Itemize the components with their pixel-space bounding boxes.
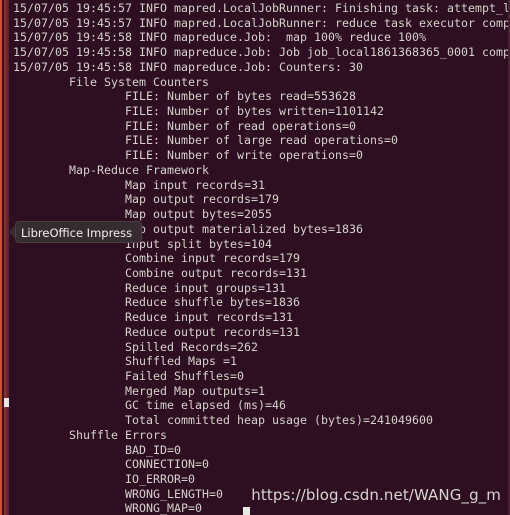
- terminal-line: IO_ERROR=0: [13, 472, 196, 486]
- terminal-line: Reduce shuffle bytes=1836: [13, 295, 301, 310]
- terminal-line: Combine output records=131: [13, 265, 308, 280]
- terminal-line: BAD_ID=0: [13, 442, 182, 457]
- scrollbar-track[interactable]: [4, 0, 9, 515]
- terminal-line: FILE: Number of read operations=0: [13, 118, 357, 133]
- terminal-line: Map input records=31: [13, 177, 266, 192]
- terminal-line: 15/07/05 19:45:58 INFO mapreduce.Job: Co…: [13, 59, 364, 74]
- terminal-line: 15/07/05 19:45:58 INFO mapreduce.Job: ma…: [13, 30, 427, 45]
- terminal-line: 15/07/05 19:45:58 INFO mapreduce.Job: Jo…: [13, 45, 510, 60]
- terminal-line: Reduce input records=131: [13, 310, 294, 325]
- terminal-line: Shuffle Errors: [13, 427, 168, 442]
- vertical-scrollbar[interactable]: [0, 0, 9, 515]
- terminal-line: Spilled Records=262: [13, 339, 259, 354]
- terminal-cursor: [243, 507, 250, 515]
- terminal-line: Combine input records=179: [13, 251, 301, 266]
- terminal-line: CONNECTION=0: [13, 457, 210, 472]
- terminal-line: FILE: Number of bytes written=1101142: [13, 104, 385, 119]
- watermark-text: https://blog.csdn.net/WANG_g_m: [251, 486, 501, 504]
- scrollbar-thumb[interactable]: [4, 398, 9, 407]
- launcher-tooltip: LibreOffice Impress: [8, 221, 143, 243]
- terminal-line: Shuffled Maps =1: [13, 354, 238, 369]
- terminal-window: 15/07/05 19:45:57 INFO mapred.LocalJobRu…: [0, 0, 510, 515]
- terminal-line: Merged Map outputs=1: [13, 383, 266, 398]
- terminal-line: Reduce output records=131: [13, 324, 301, 339]
- terminal-line: FILE: Number of large read operations=0: [13, 133, 399, 148]
- terminal-line: 15/07/05 19:45:57 INFO mapred.LocalJobRu…: [13, 15, 510, 30]
- terminal-line: Map output bytes=2055: [13, 207, 273, 222]
- terminal-line: 15/07/05 19:45:57 INFO mapred.LocalJobRu…: [13, 1, 510, 15]
- terminal-line: FILE: Number of bytes read=553628: [13, 89, 357, 104]
- terminal-line: Total committed heap usage (bytes)=24104…: [13, 413, 434, 428]
- terminal-output[interactable]: 15/07/05 19:45:57 INFO mapred.LocalJobRu…: [0, 0, 510, 515]
- tooltip-label: LibreOffice Impress: [15, 221, 143, 243]
- terminal-line: Failed Shuffles=0: [13, 368, 245, 383]
- terminal-line: FILE: Number of write operations=0: [13, 148, 364, 163]
- terminal-line: Reduce input groups=131: [13, 280, 287, 295]
- terminal-line: Map output records=179: [13, 192, 280, 207]
- terminal-line: File System Counters: [13, 74, 210, 89]
- terminal-line: GC time elapsed (ms)=46: [13, 398, 287, 413]
- terminal-line: Map-Reduce Framework: [13, 162, 210, 177]
